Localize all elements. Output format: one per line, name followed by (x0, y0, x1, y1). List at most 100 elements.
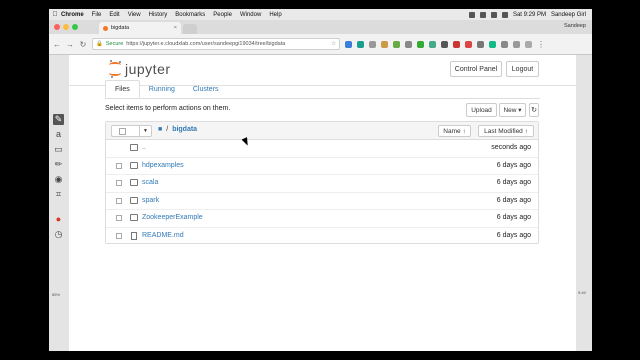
file-list: ▼ ■ / bigdata Name ↑ Last Modified ↑ .. … (105, 121, 539, 244)
extension-icon[interactable] (489, 40, 496, 48)
item-name[interactable]: hdpexamples (142, 162, 184, 169)
menu-view[interactable]: View (128, 12, 141, 18)
menu-edit[interactable]: Edit (109, 12, 119, 18)
select-all-checkbox[interactable] (119, 128, 126, 135)
folder-home-icon[interactable]: ■ (158, 126, 162, 133)
menu-file[interactable]: File (92, 12, 102, 18)
upload-button[interactable]: Upload (466, 103, 497, 117)
sort-name-button[interactable]: Name ↑ (438, 125, 471, 137)
item-modified: 6 days ago (496, 196, 531, 204)
control-panel-button[interactable]: Control Panel (450, 61, 502, 77)
extension-icon[interactable] (393, 40, 400, 48)
jupyter-favicon-icon (103, 25, 108, 31)
back-icon[interactable]: ← (53, 40, 61, 49)
list-item[interactable]: hdpexamples 6 days ago (106, 158, 538, 175)
tab-close-icon[interactable]: × (174, 25, 177, 31)
list-item[interactable]: ZookeeperExample 6 days ago (106, 210, 538, 228)
extension-icon[interactable] (465, 40, 472, 48)
extension-icon[interactable] (357, 40, 364, 48)
extension-icon[interactable] (513, 40, 520, 48)
clock-icon[interactable]: ◷ (53, 229, 64, 240)
extension-icon[interactable] (453, 40, 460, 48)
item-name[interactable]: ZookeeperExample (142, 214, 203, 221)
extension-icon[interactable] (477, 40, 484, 48)
battery-icon[interactable] (501, 11, 508, 18)
breadcrumb-current[interactable]: bigdata (172, 126, 197, 133)
rectangle-tool-icon[interactable]: ▭ (53, 144, 64, 155)
crop-tool-icon[interactable]: ⌗ (53, 189, 64, 200)
item-name[interactable]: spark (142, 197, 159, 204)
menubar-user[interactable]: Sandeep Girl (551, 12, 586, 18)
extension-icon[interactable] (441, 40, 448, 48)
list-item[interactable]: spark 6 days ago (106, 193, 538, 210)
text-tool-icon[interactable]: a (53, 129, 64, 140)
tab-clusters[interactable]: Clusters (184, 80, 228, 98)
item-modified: 6 days ago (496, 161, 531, 169)
item-name[interactable]: .. (142, 144, 146, 151)
new-tab-button[interactable] (183, 24, 197, 34)
menubar-clock[interactable]: Sat 9:29 PM (513, 12, 546, 18)
minimize-window-icon[interactable] (63, 24, 69, 30)
extension-icon[interactable] (429, 40, 436, 48)
apple-icon[interactable]:  (49, 11, 61, 18)
extension-icon[interactable] (417, 40, 424, 48)
status-icon[interactable] (479, 11, 486, 18)
tab-files[interactable]: Files (105, 80, 140, 98)
menu-people[interactable]: People (213, 12, 232, 18)
jupyter-logo[interactable]: jupyter (109, 60, 171, 78)
extension-icon[interactable] (525, 40, 532, 48)
maximize-window-icon[interactable] (72, 24, 78, 30)
macos-menubar:  Chrome File Edit View History Bookmark… (49, 9, 592, 20)
pencil-tool-icon[interactable]: ✏ (53, 159, 64, 170)
reload-icon[interactable]: ↻ (79, 40, 87, 49)
url-text[interactable]: https://jupyter.e.cloudxlab.com/user/san… (126, 41, 285, 47)
item-modified: 6 days ago (496, 214, 531, 221)
menu-window[interactable]: Window (240, 12, 261, 18)
extension-icon[interactable] (345, 40, 352, 48)
eye-tool-icon[interactable]: ◉ (53, 174, 64, 185)
new-dropdown-button[interactable]: New ▾ (499, 103, 526, 117)
list-item[interactable]: .. seconds ago (106, 140, 538, 158)
item-checkbox[interactable] (116, 232, 122, 239)
close-window-icon[interactable] (54, 24, 60, 30)
chrome-menu-icon[interactable]: ⋮ (537, 40, 545, 49)
folder-icon (130, 144, 138, 151)
list-item[interactable]: README.md 6 days ago (106, 228, 538, 246)
annotation-toolbar: ✎ a ▭ ✏ ◉ ⌗ ● ◷ 85% (49, 55, 69, 351)
sort-modified-button[interactable]: Last Modified ↑ (478, 125, 534, 137)
address-bar[interactable]: 🔒 Secure https://jupyter.e.cloudxlab.com… (92, 38, 340, 50)
menubar-status: Sat 9:29 PM Sandeep Girl (468, 11, 592, 18)
status-icon[interactable] (468, 11, 475, 18)
tab-running[interactable]: Running (140, 80, 184, 98)
extension-icon[interactable] (501, 40, 508, 48)
profile-name[interactable]: Sandeep (564, 23, 586, 29)
forward-icon[interactable]: → (66, 40, 74, 49)
extension-icon[interactable] (405, 40, 412, 48)
logout-button[interactable]: Logout (506, 61, 539, 77)
menu-help[interactable]: Help (269, 12, 281, 18)
pen-tool-icon[interactable]: ✎ (53, 114, 64, 125)
record-icon[interactable]: ● (53, 214, 64, 225)
tab-title: bigdata (111, 25, 130, 31)
item-checkbox[interactable] (116, 197, 122, 204)
browser-tab[interactable]: bigdata × (99, 22, 181, 34)
refresh-icon[interactable]: ↻ (529, 103, 539, 117)
item-modified: 6 days ago (496, 179, 531, 186)
extension-icon[interactable] (381, 40, 388, 48)
bookmark-star-icon[interactable]: ☆ (331, 41, 336, 47)
wifi-icon[interactable] (490, 11, 497, 18)
item-checkbox[interactable] (116, 215, 122, 221)
list-item[interactable]: scala 6 days ago (106, 175, 538, 193)
extension-icon[interactable] (369, 40, 376, 48)
browser-window: bigdata × Sandeep ← → ↻ 🔒 Secure https:/… (49, 20, 592, 55)
select-all-dropdown[interactable]: ▼ (111, 125, 152, 137)
item-checkbox[interactable] (116, 162, 122, 169)
menu-bookmarks[interactable]: Bookmarks (175, 12, 205, 18)
chevron-down-icon[interactable]: ▼ (139, 126, 151, 136)
menu-history[interactable]: History (149, 12, 168, 18)
item-name[interactable]: scala (142, 179, 158, 186)
item-name[interactable]: README.md (142, 232, 184, 239)
item-checkbox[interactable] (116, 180, 122, 186)
instructions-text: Select items to perform actions on them. (105, 105, 231, 112)
menu-chrome[interactable]: Chrome (61, 12, 84, 18)
